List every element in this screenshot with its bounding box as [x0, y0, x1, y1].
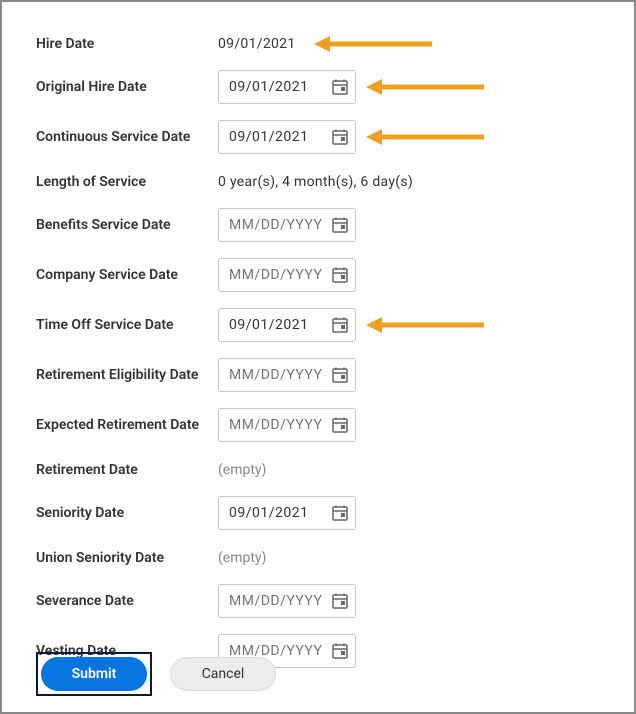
continuous-service-date-field[interactable]: [218, 120, 356, 154]
company-service-date-input[interactable]: [229, 267, 325, 283]
expected-retirement-date-label: Expected Retirement Date: [36, 417, 218, 433]
union-seniority-date-value: (empty): [218, 550, 266, 566]
row-company-service-date: Company Service Date: [36, 258, 600, 292]
time-off-service-date-label: Time Off Service Date: [36, 317, 218, 333]
button-bar: Submit Cancel: [36, 652, 276, 696]
row-hire-date: Hire Date 09/01/2021: [36, 32, 600, 56]
submit-highlight-box: Submit: [36, 652, 152, 696]
calendar-icon[interactable]: [331, 128, 349, 146]
original-hire-date-input[interactable]: [229, 79, 325, 95]
benefits-service-date-label: Benefits Service Date: [36, 217, 218, 233]
benefits-service-date-field[interactable]: [218, 208, 356, 242]
calendar-icon[interactable]: [331, 78, 349, 96]
hire-date-value: 09/01/2021: [218, 36, 296, 52]
calendar-icon[interactable]: [331, 504, 349, 522]
severance-date-label: Severance Date: [36, 593, 218, 609]
seniority-date-input[interactable]: [229, 505, 325, 521]
length-of-service-value: 0 year(s), 4 month(s), 6 day(s): [218, 174, 413, 190]
time-off-service-date-input[interactable]: [229, 317, 325, 333]
arrow-icon: [366, 127, 466, 147]
row-original-hire-date: Original Hire Date: [36, 70, 600, 104]
length-of-service-label: Length of Service: [36, 174, 218, 190]
retirement-eligibility-date-label: Retirement Eligibility Date: [36, 367, 218, 383]
company-service-date-label: Company Service Date: [36, 267, 218, 283]
hire-date-label: Hire Date: [36, 36, 218, 52]
original-hire-date-field[interactable]: [218, 70, 356, 104]
seniority-date-label: Seniority Date: [36, 505, 218, 521]
retirement-eligibility-date-field[interactable]: [218, 358, 356, 392]
retirement-date-value: (empty): [218, 462, 266, 478]
arrow-icon: [366, 77, 466, 97]
calendar-icon[interactable]: [331, 316, 349, 334]
retirement-date-label: Retirement Date: [36, 462, 218, 478]
original-hire-date-label: Original Hire Date: [36, 79, 218, 95]
row-continuous-service-date: Continuous Service Date: [36, 120, 600, 154]
company-service-date-field[interactable]: [218, 258, 356, 292]
benefits-service-date-input[interactable]: [229, 217, 325, 233]
submit-button[interactable]: Submit: [41, 657, 147, 691]
severance-date-field[interactable]: [218, 584, 356, 618]
seniority-date-field[interactable]: [218, 496, 356, 530]
row-time-off-service-date: Time Off Service Date: [36, 308, 600, 342]
row-severance-date: Severance Date: [36, 584, 600, 618]
arrow-icon: [366, 315, 466, 335]
expected-retirement-date-field[interactable]: [218, 408, 356, 442]
calendar-icon[interactable]: [331, 592, 349, 610]
calendar-icon[interactable]: [331, 642, 349, 660]
expected-retirement-date-input[interactable]: [229, 417, 325, 433]
row-seniority-date: Seniority Date: [36, 496, 600, 530]
severance-date-input[interactable]: [229, 593, 325, 609]
row-length-of-service: Length of Service 0 year(s), 4 month(s),…: [36, 170, 600, 194]
arrow-icon: [314, 34, 414, 54]
row-benefits-service-date: Benefits Service Date: [36, 208, 600, 242]
row-union-seniority-date: Union Seniority Date (empty): [36, 546, 600, 570]
calendar-icon[interactable]: [331, 216, 349, 234]
continuous-service-date-label: Continuous Service Date: [36, 129, 218, 145]
calendar-icon[interactable]: [331, 416, 349, 434]
row-retirement-date: Retirement Date (empty): [36, 458, 600, 482]
calendar-icon[interactable]: [331, 266, 349, 284]
cancel-button[interactable]: Cancel: [170, 657, 276, 691]
row-retirement-eligibility-date: Retirement Eligibility Date: [36, 358, 600, 392]
continuous-service-date-input[interactable]: [229, 129, 325, 145]
union-seniority-date-label: Union Seniority Date: [36, 550, 218, 566]
time-off-service-date-field[interactable]: [218, 308, 356, 342]
row-expected-retirement-date: Expected Retirement Date: [36, 408, 600, 442]
calendar-icon[interactable]: [331, 366, 349, 384]
retirement-eligibility-date-input[interactable]: [229, 367, 325, 383]
